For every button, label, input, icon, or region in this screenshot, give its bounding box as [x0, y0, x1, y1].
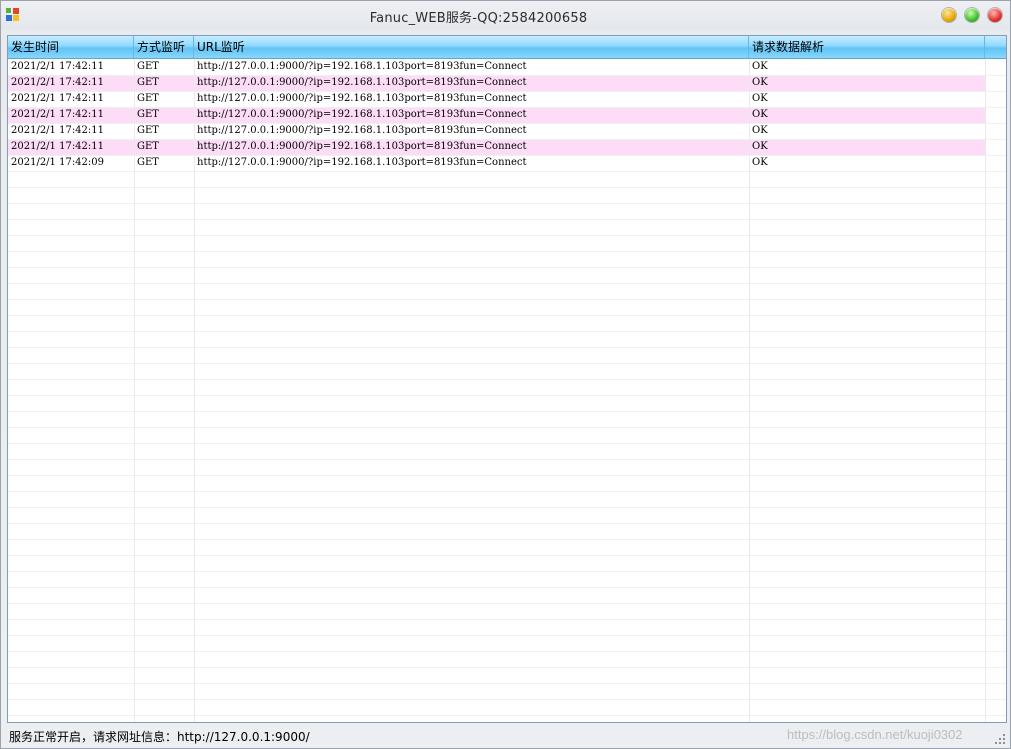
table-row[interactable]: 2021/2/1 17:42:11 GET http://127.0.0.1:900… [8, 59, 985, 75]
close-button[interactable] [988, 8, 1002, 22]
cell-method: GET [137, 61, 159, 72]
grid-line-horizontal [8, 699, 1006, 700]
grid-line-horizontal [8, 91, 1006, 92]
window-title: Fanuc_WEB服务-QQ:2584200658 [369, 11, 588, 26]
grid-line-vertical [985, 59, 986, 722]
grid-line-horizontal [8, 427, 1006, 428]
grid-line-horizontal [8, 283, 1006, 284]
minimize-button[interactable] [942, 8, 956, 22]
cell-url: http://127.0.0.1:9000/?ip=192.168.1.103p… [197, 109, 527, 120]
grid-line-horizontal [8, 203, 1006, 204]
grid-line-horizontal [8, 459, 1006, 460]
grid-line-horizontal [8, 619, 1006, 620]
grid-line-vertical [134, 59, 135, 722]
cell-result: OK [752, 109, 768, 120]
grid-line-horizontal [8, 123, 1006, 124]
grid-line-horizontal [8, 235, 1006, 236]
column-header-filler [985, 36, 1006, 58]
grid-line-horizontal [8, 267, 1006, 268]
grid-line-horizontal [8, 683, 1006, 684]
grid-line-horizontal [8, 635, 1006, 636]
list-header: 发生时间 方式监听 URL监听 请求数据解析 [8, 36, 1006, 59]
cell-time: 2021/2/1 17:42:11 [11, 61, 105, 72]
grid-line-horizontal [8, 523, 1006, 524]
cell-time: 2021/2/1 17:42:09 [11, 157, 105, 168]
resize-grip-icon[interactable] [995, 734, 1005, 744]
column-header-url[interactable]: URL监听 [194, 36, 749, 58]
table-row[interactable]: 2021/2/1 17:42:11 GET http://127.0.0.1:900… [8, 91, 985, 107]
cell-method: GET [137, 141, 159, 152]
grid-line-horizontal [8, 411, 1006, 412]
grid-line-horizontal [8, 187, 1006, 188]
watermark-text: https://blog.csdn.net/kuoji0302 [787, 727, 963, 742]
cell-time: 2021/2/1 17:42:11 [11, 77, 105, 88]
cell-url: http://127.0.0.1:9000/?ip=192.168.1.103p… [197, 77, 527, 88]
grid-line-vertical [194, 59, 195, 722]
cell-method: GET [137, 125, 159, 136]
maximize-button[interactable] [965, 8, 979, 22]
cell-result: OK [752, 141, 768, 152]
cell-result: OK [752, 125, 768, 136]
grid-line-horizontal [8, 75, 1006, 76]
status-bar: 服务正常开启，请求网址信息：http://127.0.0.1:9000/ htt… [1, 725, 1010, 748]
table-row[interactable]: 2021/2/1 17:42:11 GET http://127.0.0.1:900… [8, 139, 985, 155]
grid-line-horizontal [8, 171, 1006, 172]
table-row[interactable]: 2021/2/1 17:42:11 GET http://127.0.0.1:900… [8, 75, 985, 91]
column-header-method[interactable]: 方式监听 [134, 36, 194, 58]
grid-line-horizontal [8, 331, 1006, 332]
cell-url: http://127.0.0.1:9000/?ip=192.168.1.103p… [197, 93, 527, 104]
cell-time: 2021/2/1 17:42:11 [11, 141, 105, 152]
cell-time: 2021/2/1 17:42:11 [11, 109, 105, 120]
grid-line-horizontal [8, 443, 1006, 444]
cell-time: 2021/2/1 17:42:11 [11, 93, 105, 104]
grid-line-vertical [749, 59, 750, 722]
cell-result: OK [752, 93, 768, 104]
grid-line-horizontal [8, 667, 1006, 668]
grid-line-horizontal [8, 107, 1006, 108]
title-bar[interactable]: Fanuc_WEB服务-QQ:2584200658 [1, 1, 1010, 31]
cell-result: OK [752, 157, 768, 168]
grid-line-horizontal [8, 139, 1006, 140]
cell-time: 2021/2/1 17:42:11 [11, 125, 105, 136]
grid-line-horizontal [8, 587, 1006, 588]
cell-url: http://127.0.0.1:9000/?ip=192.168.1.103p… [197, 125, 527, 136]
cell-url: http://127.0.0.1:9000/?ip=192.168.1.103p… [197, 157, 527, 168]
table-row[interactable]: 2021/2/1 17:42:11 GET http://127.0.0.1:900… [8, 123, 985, 139]
grid-line-horizontal [8, 219, 1006, 220]
grid-line-horizontal [8, 715, 1006, 716]
column-header-result[interactable]: 请求数据解析 [749, 36, 985, 58]
grid-line-horizontal [8, 651, 1006, 652]
grid-line-horizontal [8, 571, 1006, 572]
cell-result: OK [752, 61, 768, 72]
grid-line-horizontal [8, 347, 1006, 348]
main-window: Fanuc_WEB服务-QQ:2584200658 发生时间 方式监听 URL监… [0, 0, 1011, 749]
grid-line-horizontal [8, 395, 1006, 396]
status-text: 服务正常开启，请求网址信息：http://127.0.0.1:9000/ [9, 730, 310, 744]
cell-method: GET [137, 157, 159, 168]
grid-line-horizontal [8, 155, 1006, 156]
request-list-view[interactable]: 发生时间 方式监听 URL监听 请求数据解析 2021/2/1 17:42:11… [7, 35, 1007, 723]
grid-line-horizontal [8, 555, 1006, 556]
grid-line-horizontal [8, 603, 1006, 604]
grid-line-horizontal [8, 299, 1006, 300]
cell-url: http://127.0.0.1:9000/?ip=192.168.1.103p… [197, 141, 527, 152]
grid-line-horizontal [8, 491, 1006, 492]
cell-method: GET [137, 93, 159, 104]
grid-line-horizontal [8, 539, 1006, 540]
grid-line-horizontal [8, 475, 1006, 476]
grid-line-horizontal [8, 251, 1006, 252]
grid-line-horizontal [8, 363, 1006, 364]
grid-line-horizontal [8, 507, 1006, 508]
cell-result: OK [752, 77, 768, 88]
table-row[interactable]: 2021/2/1 17:42:09 GET http://127.0.0.1:900… [8, 155, 985, 171]
grid-line-horizontal [8, 379, 1006, 380]
cell-method: GET [137, 109, 159, 120]
table-row[interactable]: 2021/2/1 17:42:11 GET http://127.0.0.1:900… [8, 107, 985, 123]
cell-method: GET [137, 77, 159, 88]
grid-line-horizontal [8, 315, 1006, 316]
cell-url: http://127.0.0.1:9000/?ip=192.168.1.103p… [197, 61, 527, 72]
column-header-time[interactable]: 发生时间 [8, 36, 134, 58]
